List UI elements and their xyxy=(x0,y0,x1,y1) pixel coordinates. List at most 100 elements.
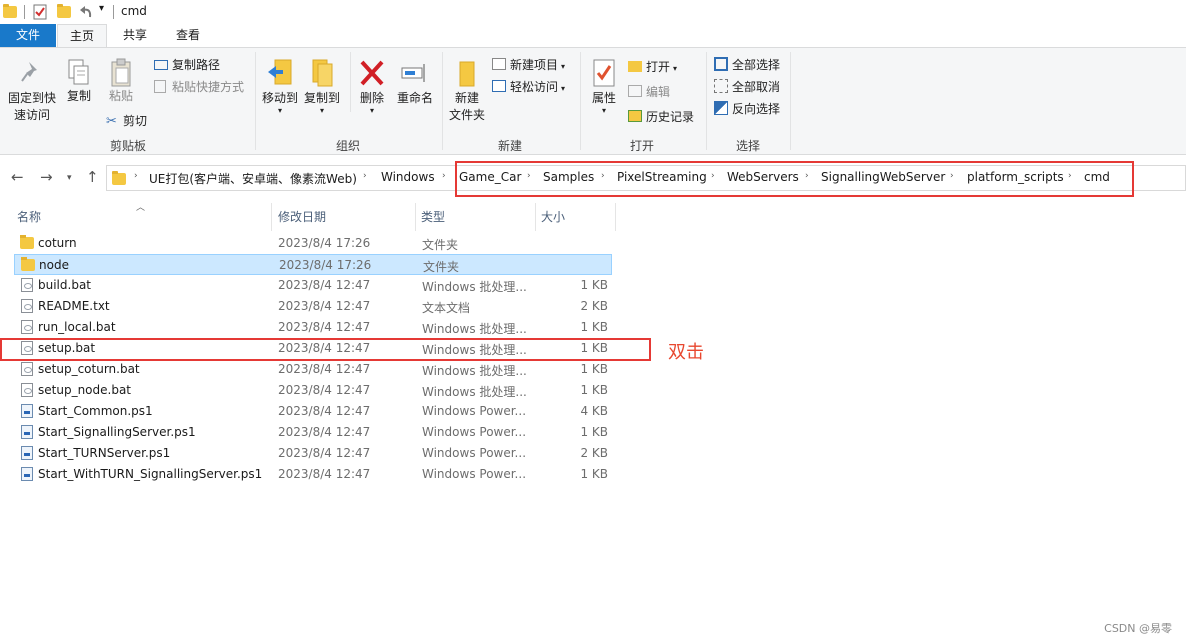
column-divider[interactable] xyxy=(615,203,616,231)
column-header-name[interactable]: 名称 xyxy=(17,208,41,225)
window-title: cmd xyxy=(121,4,147,18)
tab-view[interactable]: 查看 xyxy=(165,24,211,47)
invert-selection-icon xyxy=(714,101,728,115)
breadcrumb-item[interactable]: Windows xyxy=(381,170,435,184)
file-date: 2023/8/4 12:47 xyxy=(278,425,371,439)
path-highlight-box xyxy=(455,161,1134,197)
paste-button[interactable]: 粘贴 xyxy=(104,58,138,105)
dropdown-icon: ▾ xyxy=(561,62,566,71)
new-item-icon xyxy=(492,58,506,70)
breadcrumb-separator-icon[interactable]: › xyxy=(442,171,446,181)
copy-path-label: 复制路径 xyxy=(172,58,221,72)
breadcrumb-separator-icon[interactable]: › xyxy=(363,171,367,181)
customize-toolbar-icon[interactable]: ▾ xyxy=(99,3,104,14)
new-item-button[interactable]: 新建项目 ▾ xyxy=(492,55,565,75)
copy-to-label: 复制到 xyxy=(303,91,340,105)
file-row[interactable]: README.txt 2023/8/4 12:47 文本文档 2 KB xyxy=(14,296,612,317)
recent-locations-icon[interactable]: ▾ xyxy=(67,173,72,183)
copy-to-button[interactable]: 复制到 ▾ xyxy=(302,58,342,115)
copy-path-button[interactable]: 复制路径 xyxy=(154,55,220,75)
file-row[interactable]: Start_WithTURN_SignallingServer.ps1 2023/… xyxy=(14,464,612,485)
file-size: 4 KB xyxy=(580,404,608,418)
column-divider[interactable] xyxy=(271,203,272,231)
watermark: CSDN @易零 xyxy=(1104,622,1172,635)
file-row[interactable]: setup_node.bat 2023/8/4 12:47 Windows 批处理.… xyxy=(14,380,612,401)
pin-icon xyxy=(21,62,37,82)
delete-button[interactable]: 删除 ▾ xyxy=(355,58,389,115)
file-size: 1 KB xyxy=(580,383,608,397)
breadcrumb-separator-icon[interactable]: › xyxy=(134,171,138,181)
column-divider[interactable] xyxy=(415,203,416,231)
file-type: Windows 批处理... xyxy=(422,322,527,336)
file-row[interactable]: Start_SignallingServer.ps1 2023/8/4 12:47… xyxy=(14,422,612,443)
delete-label: 删除 xyxy=(359,91,384,105)
cut-button[interactable]: ✂ 剪切 xyxy=(106,111,147,131)
move-to-label: 移动到 xyxy=(261,91,298,105)
divider xyxy=(24,5,25,19)
move-to-button[interactable]: 移动到 ▾ xyxy=(260,58,300,115)
file-row[interactable]: node 2023/8/4 17:26 文件夹 xyxy=(14,254,612,275)
file-date: 2023/8/4 12:47 xyxy=(278,320,371,334)
text-file-icon xyxy=(21,299,33,313)
select-all-label: 全部选择 xyxy=(732,58,781,72)
file-name: Start_SignallingServer.ps1 xyxy=(38,425,196,439)
history-button[interactable]: 历史记录 xyxy=(628,107,694,127)
file-row[interactable]: setup_coturn.bat 2023/8/4 12:47 Windows 批处… xyxy=(14,359,612,380)
copy-button[interactable]: 复制 xyxy=(62,58,96,105)
file-name: setup_coturn.bat xyxy=(38,362,140,376)
dropdown-icon: ▾ xyxy=(561,84,566,93)
select-none-button[interactable]: 全部取消 xyxy=(714,77,780,97)
easy-access-label: 轻松访问 xyxy=(510,80,559,94)
paste-shortcut-button[interactable]: 粘贴快捷方式 xyxy=(154,77,244,97)
open-button[interactable]: 打开 ▾ xyxy=(628,57,677,77)
new-folder-button[interactable]: 新建 文件夹 xyxy=(446,58,488,124)
pin-to-quick-access-button[interactable]: 固定到快 速访问 xyxy=(4,60,60,124)
folder-icon xyxy=(3,4,17,18)
breadcrumb-item[interactable]: UE打包(客户端、安卓端、像素流Web) xyxy=(149,170,357,187)
folder-icon xyxy=(20,235,34,249)
column-header-type[interactable]: 类型 xyxy=(421,208,445,225)
powershell-file-icon xyxy=(21,404,33,418)
file-type: Windows Power... xyxy=(422,425,527,439)
file-row[interactable]: build.bat 2023/8/4 12:47 Windows 批处理... 1 K… xyxy=(14,275,612,296)
undo-icon[interactable] xyxy=(78,4,94,20)
column-header-date[interactable]: 修改日期 xyxy=(278,208,326,225)
file-date: 2023/8/4 12:47 xyxy=(278,383,371,397)
copy-label: 复制 xyxy=(66,89,91,103)
file-name: Start_WithTURN_SignallingServer.ps1 xyxy=(38,467,263,481)
tab-share[interactable]: 共享 xyxy=(112,24,158,47)
file-list: ︿ 名称 修改日期 类型 大小 coturn 2023/8/4 17:26 文件夹 n… xyxy=(0,200,1186,644)
file-row[interactable]: Start_Common.ps1 2023/8/4 12:47 Windows Po… xyxy=(14,401,612,422)
dropdown-icon: ▾ xyxy=(369,106,374,115)
up-arrow-icon[interactable]: ↑ xyxy=(86,168,99,186)
column-header-size[interactable]: 大小 xyxy=(541,208,565,225)
file-date: 2023/8/4 17:26 xyxy=(278,236,371,250)
file-row[interactable]: coturn 2023/8/4 17:26 文件夹 xyxy=(14,233,612,254)
invert-selection-button[interactable]: 反向选择 xyxy=(714,99,780,119)
new-folder-icon[interactable] xyxy=(57,4,71,18)
annotation-text: 双击 xyxy=(668,342,704,363)
file-name: Start_Common.ps1 xyxy=(38,404,153,418)
edit-button[interactable]: 编辑 xyxy=(628,82,670,102)
rename-button[interactable]: 重命名 xyxy=(394,58,436,107)
select-none-label: 全部取消 xyxy=(732,80,781,94)
file-row[interactable]: run_local.bat 2023/8/4 12:47 Windows 批处理..… xyxy=(14,317,612,338)
tab-file[interactable]: 文件 xyxy=(0,24,56,47)
divider xyxy=(255,52,256,150)
properties-icon[interactable] xyxy=(33,4,47,20)
properties-button[interactable]: 属性 ▾ xyxy=(586,58,622,115)
file-row[interactable]: Start_TURNServer.ps1 2023/8/4 12:47 Window… xyxy=(14,443,612,464)
easy-access-button[interactable]: 轻松访问 ▾ xyxy=(492,77,565,97)
file-name: coturn xyxy=(38,236,77,250)
new-folder-icon xyxy=(459,61,475,87)
paste-shortcut-label: 粘贴快捷方式 xyxy=(172,80,245,94)
dropdown-icon: ▾ xyxy=(277,106,282,115)
tab-home[interactable]: 主页 xyxy=(57,24,107,47)
scissors-icon: ✂ xyxy=(106,114,117,129)
select-all-button[interactable]: 全部选择 xyxy=(714,55,780,75)
move-to-icon xyxy=(268,59,292,85)
column-divider[interactable] xyxy=(535,203,536,231)
forward-arrow-icon[interactable]: → xyxy=(40,168,53,186)
back-arrow-icon[interactable]: ← xyxy=(11,168,24,186)
select-group-label: 选择 xyxy=(735,139,760,153)
